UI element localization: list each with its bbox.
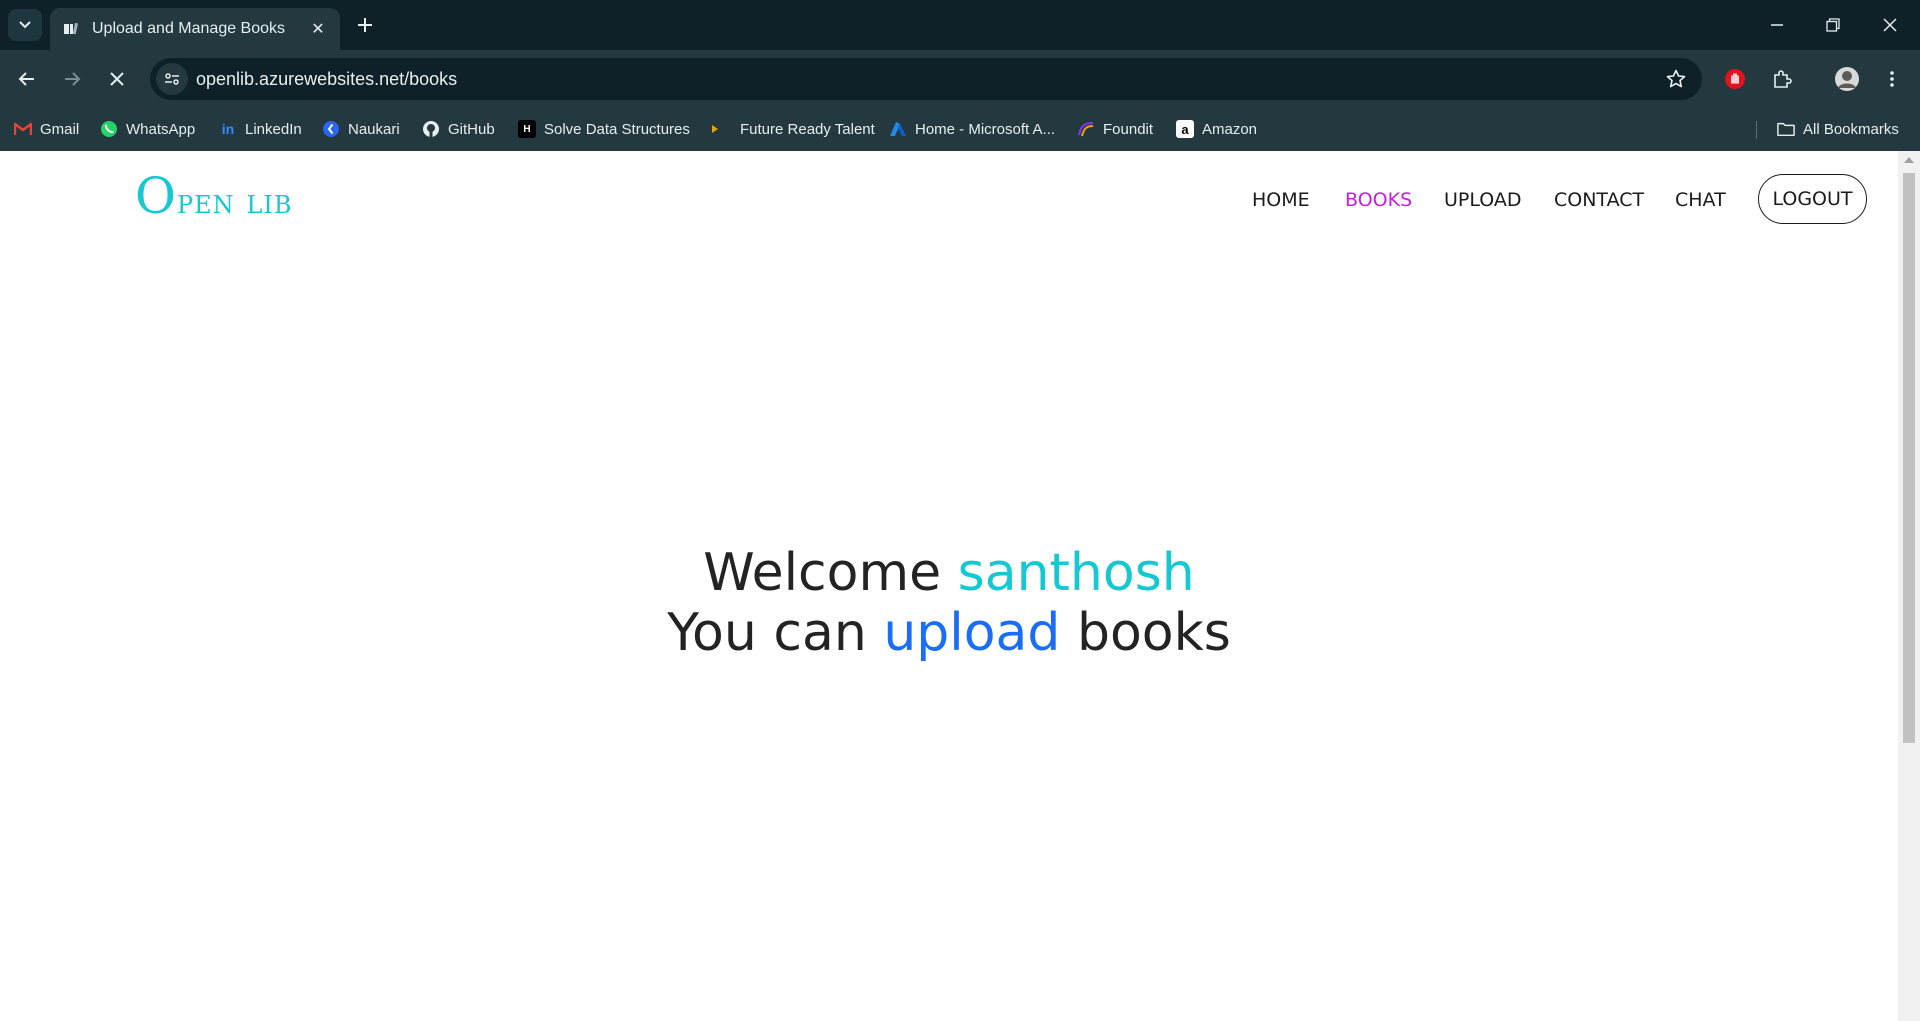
bookmarks-divider [1756,121,1757,139]
restore-icon [1826,18,1840,32]
browser-toolbar: openlib.azurewebsites.net/books [0,50,1920,108]
site-logo[interactable]: Open lib [135,167,293,225]
logo-rest: pen lib [177,182,293,222]
kebab-menu-icon [1890,71,1894,87]
logout-button[interactable]: LOGOUT [1758,174,1867,224]
bookmark-foundit[interactable]: Foundit [1077,118,1153,140]
azure-icon [889,120,907,138]
stop-loading-button[interactable] [100,62,134,96]
tune-icon [165,73,179,85]
bookmark-label: LinkedIn [245,120,302,138]
bookmark-linkedin[interactable]: in LinkedIn [219,118,302,140]
bookmark-microsoft-azure[interactable]: Home - Microsoft A... [889,118,1055,140]
browser-menu-button[interactable] [1875,62,1909,96]
plus-icon [358,18,372,32]
profile-button[interactable] [1830,62,1864,96]
naukari-icon [322,120,340,138]
welcome-line: Welcome santhosh [0,543,1898,603]
bookmark-label: Foundit [1103,120,1154,138]
bookmark-star-button[interactable] [1664,67,1688,91]
play-icon [706,120,724,138]
chevron-down-icon [19,21,31,29]
scrollbar-thumb[interactable] [1903,173,1915,743]
welcome-hero: Welcome santhosh You can upload books [0,543,1898,663]
bookmark-label: Solve Data Structures [544,120,690,138]
scroll-up-arrow-icon[interactable] [1904,157,1914,163]
bookmark-solve-data-structures[interactable]: H Solve Data Structures [518,118,690,140]
bookmark-label: GitHub [448,120,495,138]
all-bookmarks-label: All Bookmarks [1803,120,1899,138]
extension-adblock-button[interactable] [1718,62,1752,96]
stop-x-icon [110,72,124,86]
minimize-icon [1771,24,1783,26]
back-button[interactable] [10,62,44,96]
upload-suffix-text: books [1076,603,1231,663]
url-text[interactable]: openlib.azurewebsites.net/books [196,69,457,90]
linkedin-icon: in [221,121,235,137]
restore-window-button[interactable] [1813,10,1853,40]
all-bookmarks-button[interactable]: All Bookmarks [1777,118,1899,140]
page-viewport: Open lib HOME BOOKS UPLOAD CONTACT CHAT … [0,151,1898,1021]
bookmark-label: Naukari [348,120,400,138]
minimize-window-button[interactable] [1757,10,1797,40]
bookmark-label: WhatsApp [126,120,196,138]
browser-tab-active[interactable]: Upload and Manage Books ✕ [50,8,340,50]
logo-initial: O [135,167,177,225]
github-icon [422,120,440,138]
nav-upload[interactable]: UPLOAD [1444,189,1522,211]
welcome-text: Welcome [703,543,942,603]
nav-books[interactable]: BOOKS [1345,189,1412,211]
bookmark-label: Amazon [1202,120,1258,138]
site-info-button[interactable] [156,63,188,95]
page-scrollbar[interactable] [1898,151,1920,1021]
bookmark-github[interactable]: GitHub [422,118,495,140]
foundit-icon [1077,120,1095,138]
bookmark-label: Future Ready Talent [740,120,875,138]
book-favicon-icon [62,20,80,38]
gmail-icon [14,120,32,138]
hackerrank-icon: H [518,120,536,138]
stop-hand-icon [1725,69,1745,89]
nav-chat[interactable]: CHAT [1675,189,1726,211]
address-bar[interactable]: openlib.azurewebsites.net/books [150,58,1702,100]
upload-line: You can upload books [0,603,1898,663]
forward-button[interactable] [55,62,89,96]
arrow-right-icon [65,72,81,86]
close-window-button[interactable] [1870,10,1910,40]
star-icon [1666,69,1686,88]
nav-home[interactable]: HOME [1252,189,1310,211]
close-icon [1883,18,1897,32]
bookmark-whatsapp[interactable]: WhatsApp [100,118,195,140]
bookmarks-bar: Gmail WhatsApp in LinkedIn Naukari GitHu… [0,108,1920,151]
folder-icon [1777,120,1795,138]
bookmark-naukari[interactable]: Naukari [322,118,400,140]
tab-search-button[interactable] [8,9,42,41]
close-tab-icon[interactable]: ✕ [308,19,328,39]
bookmark-label: Home - Microsoft A... [915,120,1056,138]
tab-title: Upload and Manage Books [92,20,286,37]
bookmark-future-ready-talent[interactable]: Future Ready Talent [706,118,875,140]
whatsapp-icon [100,120,118,138]
puzzle-icon [1774,70,1792,88]
upload-prefix-text: You can [667,603,867,663]
nav-contact[interactable]: CONTACT [1554,189,1644,211]
username-text: santhosh [957,543,1195,603]
new-tab-button[interactable] [352,12,378,38]
extensions-button[interactable] [1765,62,1799,96]
bookmark-gmail[interactable]: Gmail [14,118,79,140]
bookmark-amazon[interactable]: a Amazon [1176,118,1257,140]
arrow-left-icon [18,72,34,86]
browser-tab-strip: Upload and Manage Books ✕ [0,0,1920,50]
bookmark-label: Gmail [40,120,80,138]
avatar-icon [1835,67,1859,91]
upload-highlight-text: upload [883,603,1061,663]
amazon-icon: a [1176,120,1194,138]
